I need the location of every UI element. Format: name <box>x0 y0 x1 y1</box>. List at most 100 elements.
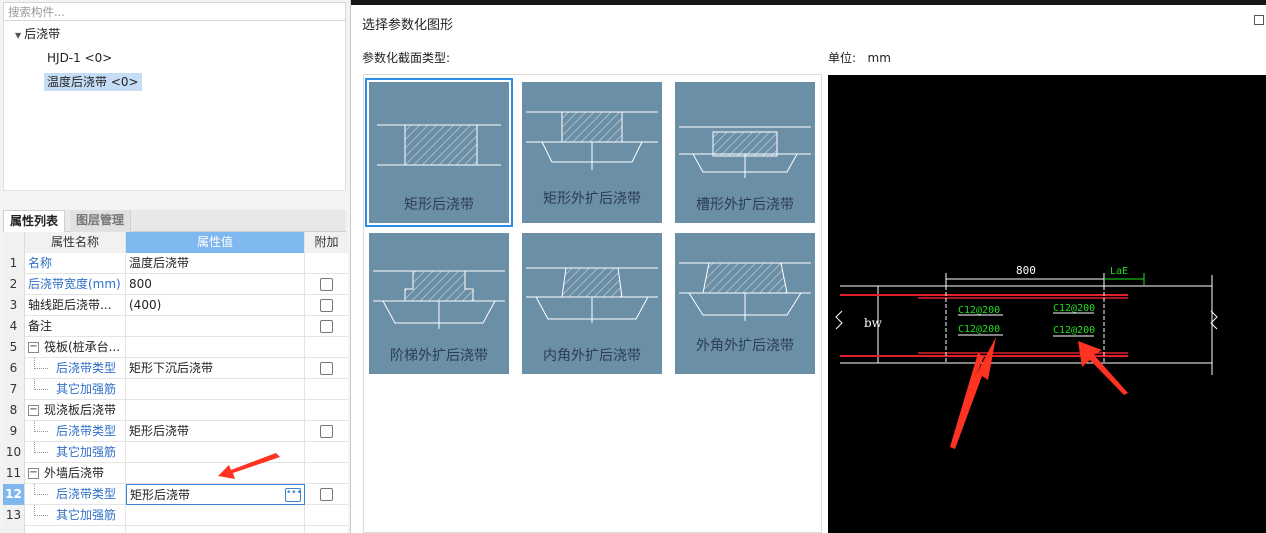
row-index: 9 <box>3 421 25 442</box>
table-row[interactable]: 11 − 外墙后浇带 <box>3 463 348 484</box>
header-index <box>3 232 25 253</box>
label-bw: bw <box>864 316 883 330</box>
option-channel-expanded[interactable]: 槽形外扩后浇带 <box>675 82 815 223</box>
property-value[interactable]: (400) <box>126 295 305 316</box>
property-value <box>126 337 305 358</box>
parametric-shape-dialog: 选择参数化图形 参数化截面类型: 单位: mm 矩形后浇带 矩形外扩后浇带 槽形… <box>350 0 1266 533</box>
collapse-icon[interactable]: − <box>28 342 39 353</box>
property-name: 其它加强筋 <box>25 505 126 526</box>
extra-cell <box>305 505 348 526</box>
component-panel: 搜索构件... ▼ 后浇带 HJD-1 <0> 温度后浇带 <0> 属性列表 图层… <box>0 0 350 533</box>
annotation-arrow-icon <box>1078 341 1128 395</box>
row-index: 2 <box>3 274 25 295</box>
rebar-label: C12@200 <box>1053 325 1095 336</box>
tab-layers[interactable]: 图层管理 <box>70 210 132 232</box>
option-outer-corner-expanded[interactable]: 外角外扩后浇带 <box>675 233 815 374</box>
property-value[interactable]: 温度后浇带 <box>126 253 305 274</box>
option-label: 外角外扩后浇带 <box>696 338 794 354</box>
table-row[interactable]: 5 − 筏板(桩承台... <box>3 337 348 358</box>
tree-node-hjd1[interactable]: HJD-1 <0> <box>47 49 112 67</box>
row-index: 6 <box>3 358 25 379</box>
extra-cell <box>305 274 348 295</box>
option-label: 内角外扩后浇带 <box>543 348 641 364</box>
table-row[interactable]: 2 后浇带宽度(mm) 800 <box>3 274 348 295</box>
tab-properties[interactable]: 属性列表 <box>3 210 66 232</box>
preview-drawing: 800 LaE bw C12@200 C12@200 C12@200 C12@2… <box>835 264 1218 449</box>
extra-checkbox[interactable] <box>320 320 333 333</box>
row-index: 11 <box>3 463 25 484</box>
extra-cell <box>305 400 348 421</box>
table-row[interactable]: 4 备注 <box>3 316 348 337</box>
tree-expand-icon[interactable]: ▼ <box>15 31 21 40</box>
table-row[interactable]: 10 其它加强筋 <box>3 442 348 463</box>
extra-checkbox[interactable] <box>320 299 333 312</box>
property-name: 备注 <box>25 316 126 337</box>
extra-cell <box>305 463 348 484</box>
dimension-width: 800 <box>1016 264 1036 277</box>
row-index: 1 <box>3 253 25 274</box>
option-rect-expanded[interactable]: 矩形外扩后浇带 <box>522 82 662 223</box>
table-row[interactable]: 9 后浇带类型 矩形后浇带 <box>3 421 348 442</box>
table-row[interactable]: 6 后浇带类型 矩形下沉后浇带 <box>3 358 348 379</box>
row-index: 12 <box>3 484 25 505</box>
property-value[interactable] <box>126 505 305 526</box>
table-row-selected[interactable]: 12 后浇带类型 矩形后浇带 ••• <box>3 484 348 505</box>
panel-tabs: 属性列表 图层管理 <box>3 210 346 232</box>
collapse-icon[interactable]: − <box>28 405 39 416</box>
row-index: 13 <box>3 505 25 526</box>
row-index: 3 <box>3 295 25 316</box>
extra-checkbox[interactable] <box>320 278 333 291</box>
table-row[interactable]: 8 − 现浇板后浇带 <box>3 400 348 421</box>
row-index: 10 <box>3 442 25 463</box>
dimension-lae: LaE <box>1110 266 1128 277</box>
rebar-label: C12@200 <box>958 324 1000 335</box>
property-value[interactable]: 800 <box>126 274 305 295</box>
extra-cell <box>305 442 348 463</box>
unit-label: 单位: mm <box>828 51 891 65</box>
ellipsis-icon[interactable]: ••• <box>285 488 302 502</box>
extra-cell <box>305 337 348 358</box>
property-grid: 属性名称 属性值 附加 1 名称 温度后浇带 2 后浇带宽度(mm) 800 3… <box>3 232 348 533</box>
table-row[interactable]: 1 名称 温度后浇带 <box>3 253 348 274</box>
maximize-icon[interactable] <box>1254 15 1264 25</box>
group-label: 外墙后浇带 <box>44 466 105 480</box>
property-value[interactable] <box>126 379 305 400</box>
table-row[interactable] <box>3 526 348 533</box>
group-label: 现浇板后浇带 <box>44 403 117 417</box>
search-input[interactable]: 搜索构件... <box>3 2 346 21</box>
property-name: 后浇带类型 <box>25 421 126 442</box>
header-name: 属性名称 <box>25 232 126 253</box>
property-value[interactable]: 矩形下沉后浇带 <box>126 358 305 379</box>
property-name: 其它加强筋 <box>25 379 126 400</box>
row-index: 4 <box>3 316 25 337</box>
extra-checkbox[interactable] <box>320 488 333 501</box>
option-rectangular[interactable]: 矩形后浇带 <box>365 78 513 227</box>
header-value: 属性值 <box>126 232 305 253</box>
extra-cell <box>305 358 348 379</box>
option-stepped-expanded[interactable]: 阶梯外扩后浇带 <box>369 233 509 374</box>
property-value-text: 矩形后浇带 <box>130 488 191 502</box>
table-row[interactable]: 7 其它加强筋 <box>3 379 348 400</box>
collapse-icon[interactable]: − <box>28 468 39 479</box>
table-row[interactable]: 3 轴线距后浇带... (400) <box>3 295 348 316</box>
property-name: 其它加强筋 <box>25 442 126 463</box>
unit-value: mm <box>867 51 891 65</box>
tree-node-root[interactable]: ▼ 后浇带 <box>15 25 60 43</box>
extra-checkbox[interactable] <box>320 425 333 438</box>
option-inner-corner-expanded[interactable]: 内角外扩后浇带 <box>522 233 662 374</box>
property-name <box>25 526 126 533</box>
tree-node-temperature[interactable]: 温度后浇带 <0> <box>44 73 142 91</box>
property-name: 名称 <box>25 253 126 274</box>
property-value[interactable] <box>126 316 305 337</box>
section-type-label: 参数化截面类型: <box>362 51 451 65</box>
extra-cell <box>305 316 348 337</box>
extra-checkbox[interactable] <box>320 362 333 375</box>
table-row[interactable]: 13 其它加强筋 <box>3 505 348 526</box>
extra-cell <box>305 421 348 442</box>
property-value[interactable]: 矩形后浇带 <box>126 421 305 442</box>
property-value-editor[interactable]: 矩形后浇带 ••• <box>126 484 305 505</box>
row-index <box>3 526 25 533</box>
property-value <box>126 526 305 533</box>
tree-node-root-label: 后浇带 <box>24 27 61 41</box>
row-index: 7 <box>3 379 25 400</box>
